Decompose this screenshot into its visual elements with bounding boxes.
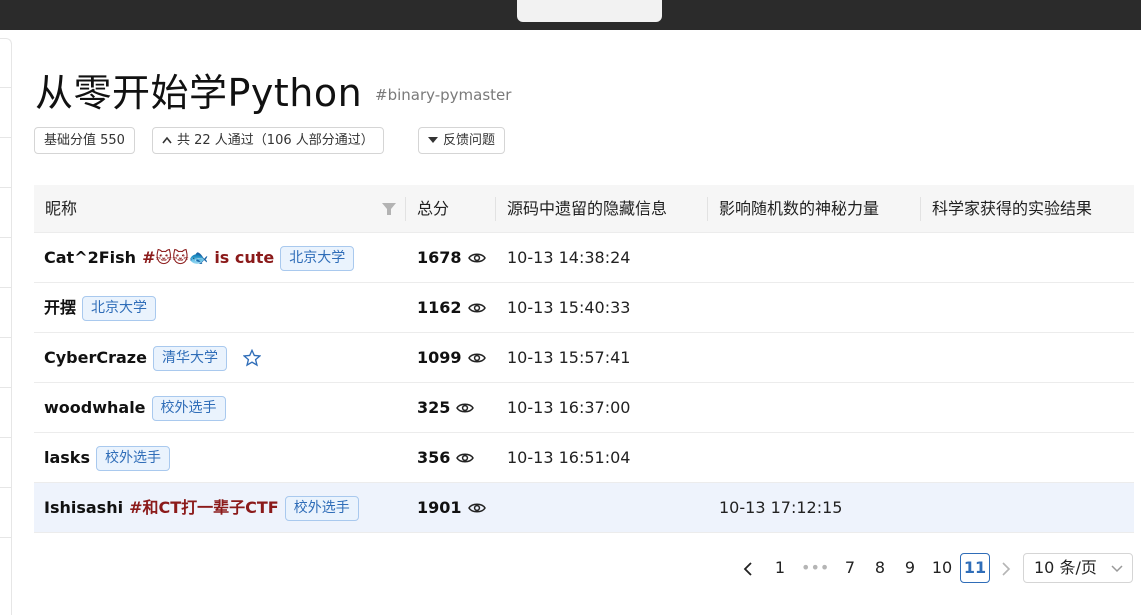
- flag1-time: 10-13 16:37:00: [507, 398, 631, 417]
- total-score: 325: [417, 398, 451, 417]
- filter-icon[interactable]: [382, 202, 396, 216]
- nickname-cell: Cat^2Fish #🐱🐱🐟 is cute 北京大学: [44, 233, 355, 283]
- chevron-down-icon: [1111, 554, 1123, 583]
- table-header: 昵称 总分 源码中遗留的隐藏信息 影响随机数的神秘力量 科学家获得的实验结果: [34, 185, 1134, 233]
- eye-icon[interactable]: [456, 402, 475, 414]
- page-button[interactable]: 11: [960, 553, 990, 583]
- eye-icon[interactable]: [467, 302, 486, 314]
- organization-tag: 北京大学: [280, 245, 355, 271]
- eye-icon[interactable]: [467, 502, 486, 514]
- table-row: 开摆 北京大学 1162 10-13 15:40:33: [34, 283, 1134, 333]
- rail-divider: [0, 537, 12, 538]
- nickname-cell: CyberCraze 清华大学: [44, 333, 261, 383]
- nickname: Cat^2Fish: [44, 248, 137, 267]
- table-row: woodwhale 校外选手 325 10-13 16:37:00: [34, 383, 1134, 433]
- column-divider: [707, 197, 708, 221]
- feedback-label: 反馈问题: [443, 133, 496, 148]
- nickname-motto: #和CT打一辈子CTF: [129, 498, 279, 517]
- next-page-button[interactable]: [992, 553, 1020, 583]
- eye-icon[interactable]: [467, 252, 486, 264]
- nickname-cell: 开摆 北京大学: [44, 283, 157, 333]
- page-size-label: 10 条/页: [1034, 558, 1097, 577]
- nickname-cell: lasks 校外选手: [44, 433, 170, 483]
- table-row: Cat^2Fish #🐱🐱🐟 is cute 北京大学 1678 10-13 14:…: [34, 233, 1134, 283]
- rail-divider: [0, 387, 12, 388]
- left-side-panel-edge: [0, 38, 12, 615]
- header-flag1: 源码中遗留的隐藏信息: [507, 199, 668, 218]
- column-divider: [495, 197, 496, 221]
- nickname: Ishisashi: [44, 498, 124, 517]
- eye-icon[interactable]: [456, 452, 475, 464]
- flag1-time: 10-13 15:57:41: [507, 348, 631, 367]
- score-cell: 1901: [417, 483, 486, 533]
- page-button[interactable]: 8: [866, 553, 894, 583]
- nickname-cell: Ishisashi #和CT打一辈子CTF 校外选手: [44, 483, 359, 533]
- page-button[interactable]: 7: [836, 553, 864, 583]
- nickname: CyberCraze: [44, 348, 147, 367]
- base-score-chip: 基础分值 550: [34, 127, 135, 154]
- prev-page-button[interactable]: [734, 553, 762, 583]
- total-score: 1901: [417, 498, 462, 517]
- chevron-up-icon: [162, 128, 172, 153]
- nickname-motto: #🐱🐱🐟 is cute: [142, 248, 275, 267]
- page-button[interactable]: 10: [928, 553, 956, 583]
- total-score: 1678: [417, 248, 462, 267]
- flag1-time: 10-13 16:51:04: [507, 448, 631, 467]
- rail-divider: [0, 87, 12, 88]
- table-row: lasks 校外选手 356 10-13 16:51:04: [34, 433, 1134, 483]
- column-divider: [920, 197, 921, 221]
- column-divider: [405, 197, 406, 221]
- page-button[interactable]: 1: [766, 553, 794, 583]
- score-cell: 1678: [417, 233, 486, 283]
- flag2-time: 10-13 17:12:15: [719, 498, 843, 517]
- ranking-table: 昵称 总分 源码中遗留的隐藏信息 影响随机数的神秘力量 科学家获得的实验结果 C…: [34, 185, 1134, 533]
- rail-divider: [0, 487, 12, 488]
- organization-tag: 校外选手: [95, 445, 170, 471]
- nickname: 开摆: [44, 298, 77, 317]
- rail-divider: [0, 287, 12, 288]
- flag1-time: 10-13 15:40:33: [507, 298, 631, 317]
- page-title: 从零开始学Python: [35, 71, 363, 115]
- organization-tag: 校外选手: [284, 495, 359, 521]
- score-cell: 325: [417, 383, 475, 433]
- pass-info-toggle[interactable]: 共 22 人通过（106 人部分通过）: [152, 127, 384, 154]
- header-nickname: 昵称: [45, 199, 78, 218]
- feedback-button[interactable]: 反馈问题: [418, 127, 506, 154]
- nickname: lasks: [44, 448, 90, 467]
- rail-divider: [0, 337, 12, 338]
- table-row: Ishisashi #和CT打一辈子CTF 校外选手 1901 10-13 17:1…: [34, 483, 1134, 533]
- flag1-time: 10-13 14:38:24: [507, 248, 631, 267]
- nav-tab-active[interactable]: [517, 0, 662, 22]
- organization-tag: 清华大学: [152, 345, 227, 371]
- total-score: 1099: [417, 348, 462, 367]
- page-size-select[interactable]: 10 条/页: [1023, 553, 1133, 583]
- organization-tag: 校外选手: [151, 395, 226, 421]
- total-score: 356: [417, 448, 451, 467]
- score-cell: 1099: [417, 333, 486, 383]
- total-score: 1162: [417, 298, 462, 317]
- header-flag2: 影响随机数的神秘力量: [719, 199, 880, 218]
- nickname: woodwhale: [44, 398, 146, 417]
- page-button[interactable]: 9: [896, 553, 924, 583]
- table-row: CyberCraze 清华大学 1099 10-13 15:57:41: [34, 333, 1134, 383]
- problem-slug: #binary-pymaster: [375, 86, 512, 104]
- pass-info-label: 共 22 人通过（106 人部分通过）: [177, 133, 374, 148]
- triangle-down-icon: [428, 128, 438, 153]
- rail-divider: [0, 437, 12, 438]
- organization-tag: 北京大学: [82, 295, 157, 321]
- nickname-cell: woodwhale 校外选手: [44, 383, 226, 433]
- page-ellipsis[interactable]: •••: [801, 553, 829, 583]
- score-cell: 1162: [417, 283, 486, 333]
- eye-icon[interactable]: [467, 352, 486, 364]
- header-flag3: 科学家获得的实验结果: [932, 199, 1093, 218]
- rail-divider: [0, 187, 12, 188]
- star-icon[interactable]: [242, 349, 261, 367]
- rail-divider: [0, 237, 12, 238]
- score-cell: 356: [417, 433, 475, 483]
- header-total: 总分: [417, 199, 450, 218]
- top-nav-bar: [0, 0, 1141, 30]
- rail-divider: [0, 137, 12, 138]
